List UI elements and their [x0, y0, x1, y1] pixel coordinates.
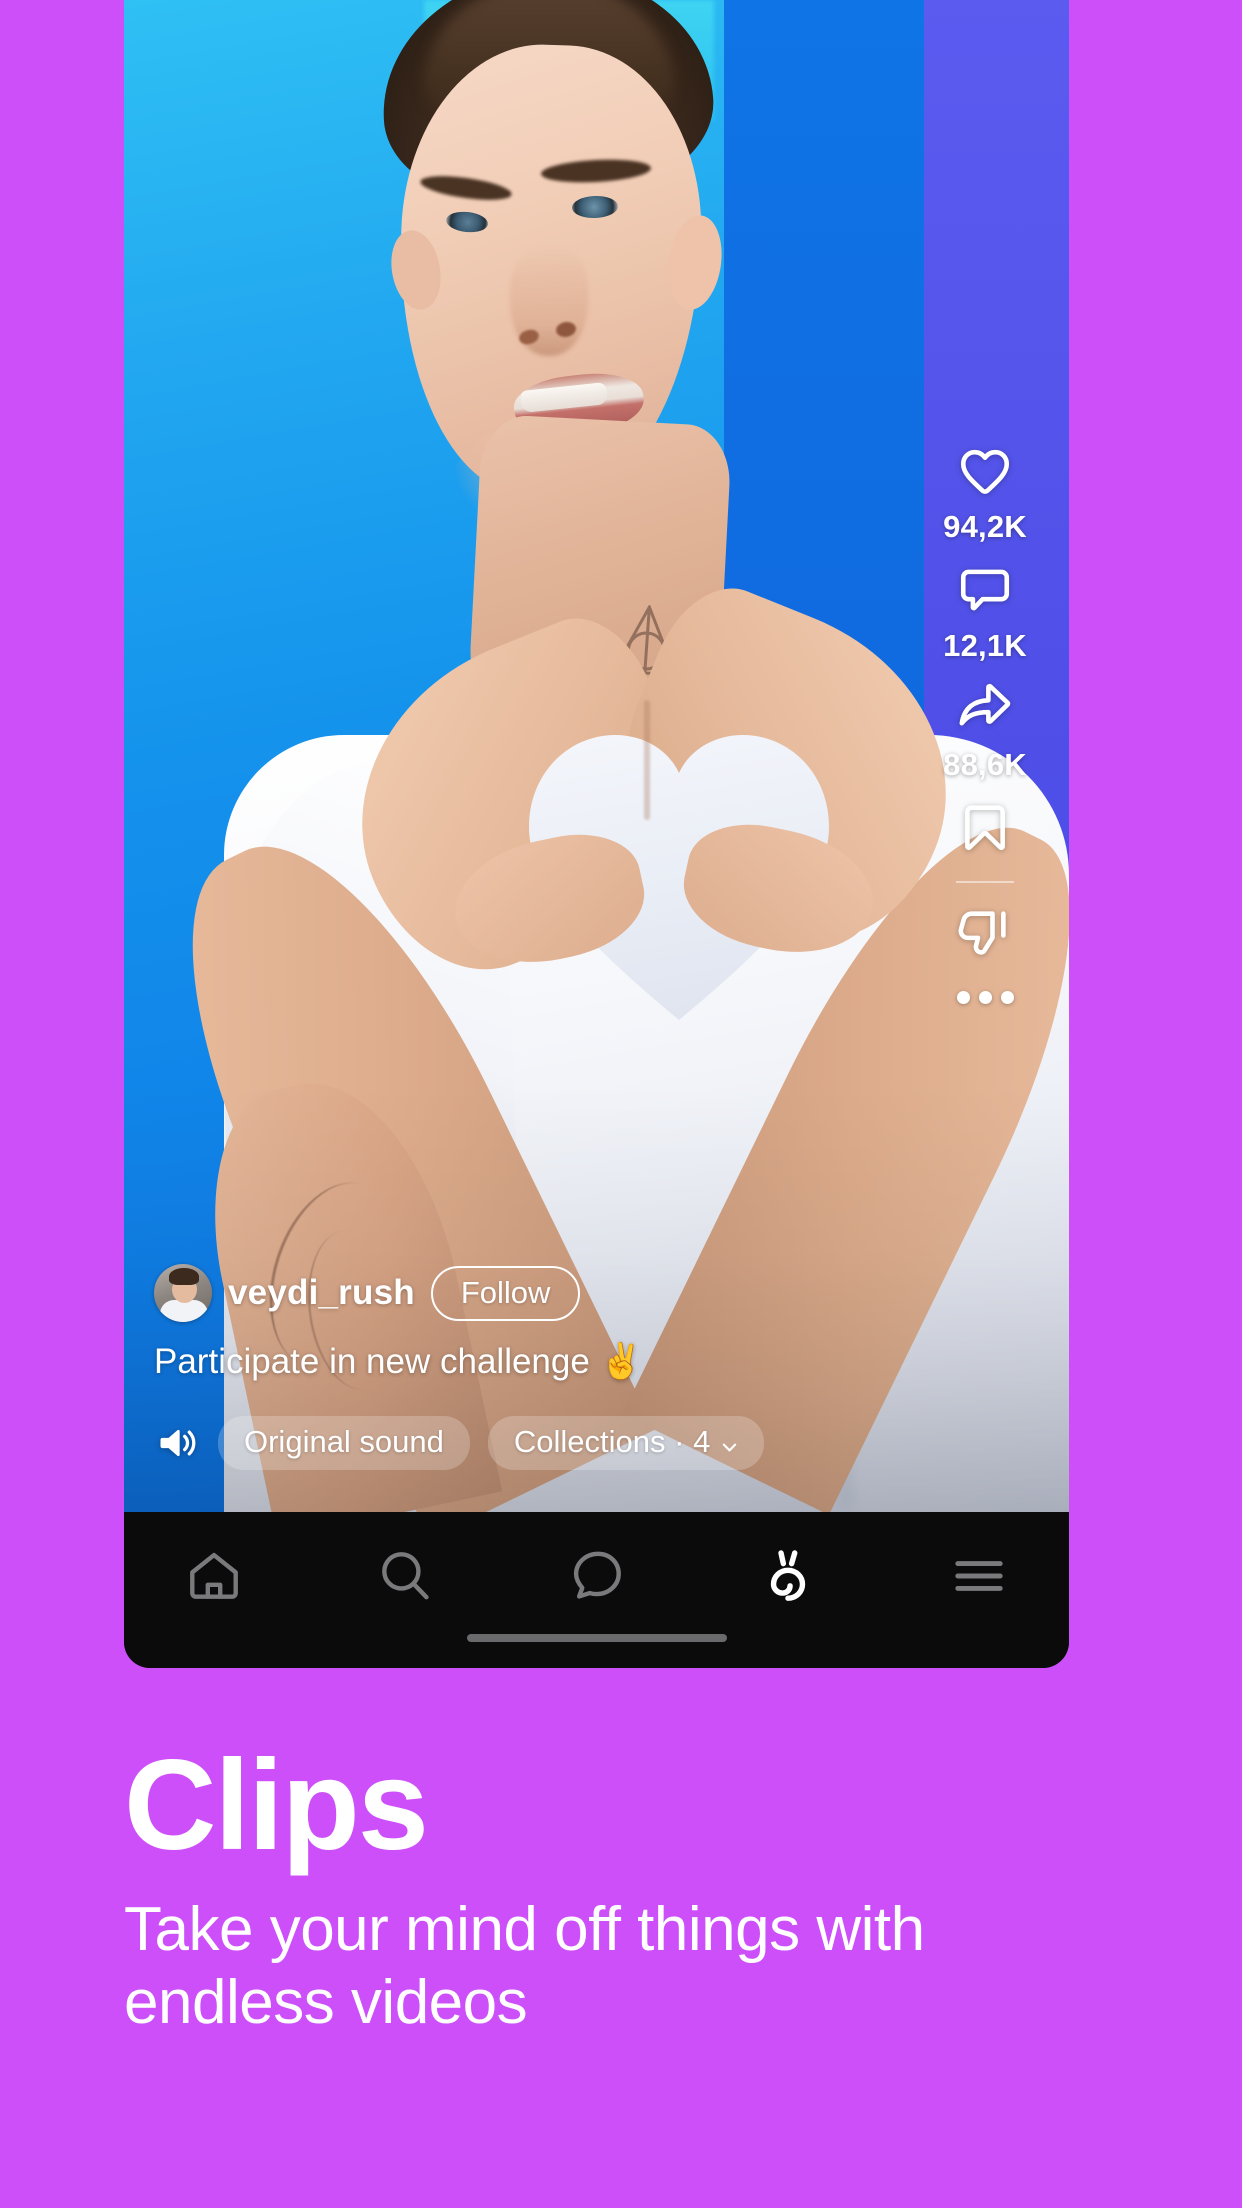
hamburger-menu-icon: [948, 1545, 1010, 1612]
follow-button[interactable]: Follow: [430, 1265, 581, 1321]
author-username[interactable]: veydi_rush: [228, 1273, 415, 1313]
bookmark-button[interactable]: [954, 797, 1016, 859]
sound-row: Original sound Collections · 4: [154, 1416, 765, 1470]
more-options-button[interactable]: [956, 991, 1014, 1004]
like-count: 94,2K: [943, 509, 1027, 544]
thumbs-down-icon: [954, 903, 1016, 965]
share-button[interactable]: 88,6K: [943, 678, 1027, 783]
comment-icon: [954, 559, 1016, 621]
comment-count: 12,1K: [943, 628, 1027, 663]
action-rail: 94,2K 12,1K 88,6K: [925, 440, 1045, 1004]
nav-items: [124, 1512, 1069, 1620]
promo-text-block: Clips Take your mind off things with end…: [124, 1742, 1124, 2039]
bookmark-icon: [954, 797, 1016, 859]
heart-icon: [954, 440, 1016, 502]
video-player[interactable]: 94,2K 12,1K 88,6K veydi_rush Follow Part…: [124, 0, 1069, 1512]
avatar-body: [160, 1300, 208, 1323]
collections-label: Collections · 4: [513, 1424, 711, 1459]
original-sound-pill[interactable]: Original sound: [218, 1416, 470, 1470]
home-icon: [183, 1545, 245, 1612]
search-icon: [374, 1545, 436, 1612]
promo-subtitle: Take your mind off things with endless v…: [124, 1895, 925, 2037]
collections-pill[interactable]: Collections · 4: [487, 1416, 765, 1470]
ellipsis-icon: [978, 991, 992, 1004]
post-caption-block: veydi_rush Follow Participate in new cha…: [154, 1264, 834, 1384]
chat-bubble-icon: [566, 1545, 628, 1612]
nav-item-messages[interactable]: [555, 1536, 639, 1620]
dislike-button[interactable]: [954, 903, 1016, 965]
share-count: 88,6K: [943, 747, 1027, 782]
author-row: veydi_rush Follow: [154, 1264, 834, 1323]
bottom-navigation-bar: [124, 1512, 1069, 1668]
nav-item-menu[interactable]: [937, 1536, 1021, 1620]
clips-logo-icon: [757, 1545, 819, 1612]
finger-seam: [644, 700, 650, 820]
app-store-promo-screenshot: 94,2K 12,1K 88,6K veydi_rush Follow Part…: [0, 0, 1242, 2208]
phone-preview-frame: 94,2K 12,1K 88,6K veydi_rush Follow Part…: [124, 0, 1069, 1668]
share-arrow-icon: [954, 678, 1016, 740]
like-button[interactable]: 94,2K: [943, 440, 1027, 545]
rail-divider: [956, 881, 1014, 883]
original-sound-label: Original sound: [244, 1424, 444, 1459]
nav-item-clips[interactable]: [746, 1536, 830, 1620]
comment-button[interactable]: 12,1K: [943, 559, 1027, 664]
nav-item-search[interactable]: [363, 1536, 447, 1620]
ellipsis-icon: [1000, 991, 1014, 1004]
speaker-on-icon[interactable]: [154, 1420, 200, 1466]
avatar-hair: [169, 1268, 199, 1286]
caption-text: Participate in new challenge ✌️: [154, 1342, 644, 1382]
person-teeth: [520, 382, 609, 413]
nav-item-home[interactable]: [172, 1536, 256, 1620]
chevron-down-icon: [721, 1430, 738, 1452]
promo-title: Clips: [124, 1734, 429, 1877]
ellipsis-icon: [956, 991, 970, 1004]
avatar[interactable]: [154, 1264, 212, 1323]
home-indicator: [466, 1634, 727, 1642]
